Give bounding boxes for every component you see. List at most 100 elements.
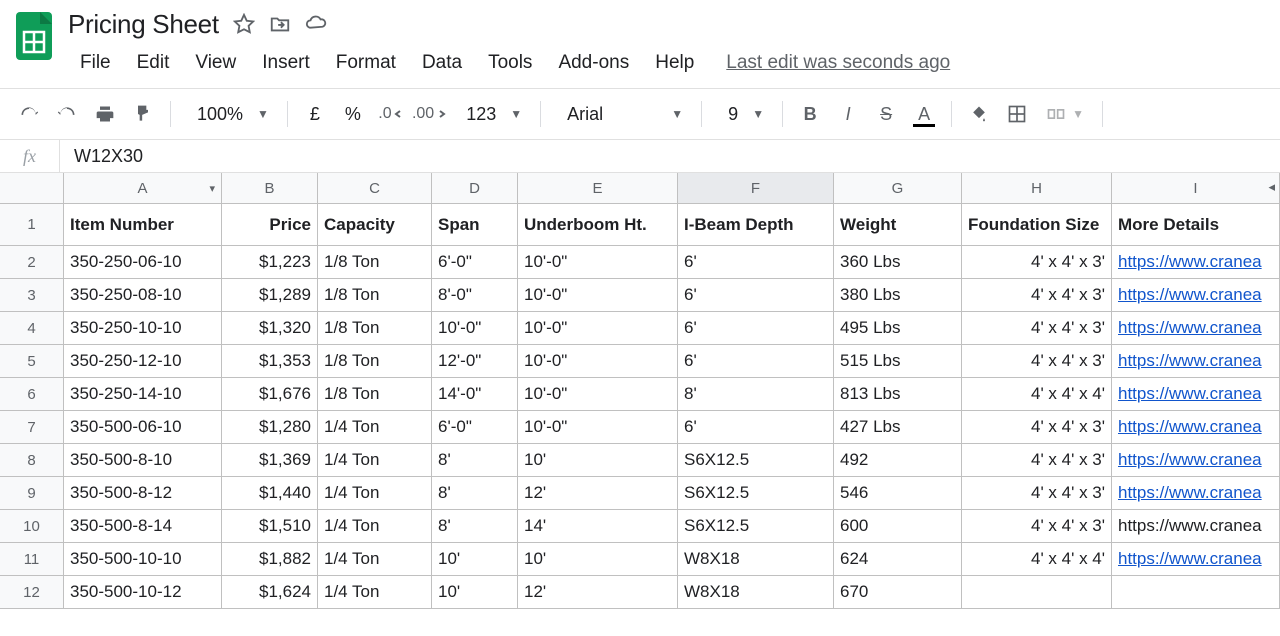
cell[interactable]: Capacity <box>318 204 432 245</box>
cell[interactable]: 350-500-06-10 <box>64 411 222 443</box>
cell[interactable]: $1,510 <box>222 510 318 542</box>
cell[interactable]: 10' <box>432 543 518 575</box>
cell[interactable]: 1/4 Ton <box>318 411 432 443</box>
col-header-g[interactable]: G <box>834 173 962 203</box>
cell[interactable]: 4' x 4' x 3' <box>962 411 1112 443</box>
cell[interactable]: 10'-0" <box>518 411 678 443</box>
cell[interactable]: 6'-0" <box>432 246 518 278</box>
italic-button[interactable]: I <box>831 97 865 131</box>
menu-format[interactable]: Format <box>324 46 408 80</box>
merge-cells-button[interactable]: ▼ <box>1038 104 1092 124</box>
cell-link[interactable]: https://www.cranea <box>1112 312 1280 344</box>
print-button[interactable] <box>88 97 122 131</box>
cell[interactable]: 8'-0" <box>432 279 518 311</box>
col-header-a[interactable]: A▾ <box>64 173 222 203</box>
cell[interactable]: $1,882 <box>222 543 318 575</box>
cell[interactable]: 6' <box>678 312 834 344</box>
cell[interactable]: 1/4 Ton <box>318 576 432 608</box>
menu-insert[interactable]: Insert <box>250 46 322 80</box>
cell[interactable]: 350-500-8-10 <box>64 444 222 476</box>
cell[interactable]: $1,289 <box>222 279 318 311</box>
cell[interactable]: 350-250-10-10 <box>64 312 222 344</box>
cell[interactable]: 670 <box>834 576 962 608</box>
row-header[interactable]: 11 <box>0 543 64 575</box>
menu-addons[interactable]: Add-ons <box>546 46 641 80</box>
cell[interactable]: 1/8 Ton <box>318 378 432 410</box>
cell[interactable]: 350-250-08-10 <box>64 279 222 311</box>
increase-decimal-button[interactable]: .00 <box>412 97 446 131</box>
cell[interactable] <box>962 576 1112 608</box>
cell[interactable]: More Details <box>1112 204 1280 245</box>
cell[interactable]: 4' x 4' x 3' <box>962 510 1112 542</box>
row-header[interactable]: 5 <box>0 345 64 377</box>
cell[interactable]: 495 Lbs <box>834 312 962 344</box>
cell[interactable]: $1,440 <box>222 477 318 509</box>
cell-link[interactable]: https://www.cranea <box>1112 543 1280 575</box>
cell[interactable]: $1,369 <box>222 444 318 476</box>
star-icon[interactable] <box>233 13 255 35</box>
col-header-b[interactable]: B <box>222 173 318 203</box>
cell[interactable]: 1/8 Ton <box>318 279 432 311</box>
cell[interactable]: 1/4 Ton <box>318 444 432 476</box>
cell[interactable]: 10' <box>518 543 678 575</box>
currency-format-button[interactable]: £ <box>298 97 332 131</box>
col-header-i[interactable]: I◂ <box>1112 173 1280 203</box>
cell[interactable]: 350-500-8-12 <box>64 477 222 509</box>
select-all-corner[interactable] <box>0 173 64 203</box>
undo-button[interactable] <box>12 97 46 131</box>
cell[interactable]: 6' <box>678 246 834 278</box>
row-header[interactable]: 4 <box>0 312 64 344</box>
menu-data[interactable]: Data <box>410 46 474 80</box>
move-folder-icon[interactable] <box>269 13 291 35</box>
cell[interactable]: 10'-0" <box>518 246 678 278</box>
decrease-decimal-button[interactable]: .0 <box>374 97 408 131</box>
cell[interactable]: 4' x 4' x 3' <box>962 444 1112 476</box>
cell[interactable]: Foundation Size <box>962 204 1112 245</box>
cell[interactable]: I-Beam Depth <box>678 204 834 245</box>
cell[interactable]: 4' x 4' x 3' <box>962 477 1112 509</box>
cell-link[interactable]: https://www.cranea <box>1112 345 1280 377</box>
cell[interactable]: 1/8 Ton <box>318 246 432 278</box>
cell[interactable]: 12'-0" <box>432 345 518 377</box>
row-header[interactable]: 10 <box>0 510 64 542</box>
cell[interactable]: 8' <box>432 444 518 476</box>
cell[interactable]: 4' x 4' x 4' <box>962 378 1112 410</box>
fill-color-button[interactable] <box>962 97 996 131</box>
cloud-status-icon[interactable] <box>305 13 327 35</box>
cell[interactable]: 12' <box>518 477 678 509</box>
row-header[interactable]: 3 <box>0 279 64 311</box>
cell[interactable]: Price <box>222 204 318 245</box>
cell[interactable]: 4' x 4' x 3' <box>962 279 1112 311</box>
cell[interactable]: 14' <box>518 510 678 542</box>
paint-format-button[interactable] <box>126 97 160 131</box>
col-header-e[interactable]: E <box>518 173 678 203</box>
cell[interactable]: 14'-0" <box>432 378 518 410</box>
cell-link[interactable]: https://www.cranea <box>1112 246 1280 278</box>
cell[interactable]: 6' <box>678 411 834 443</box>
cell[interactable]: 350-500-8-14 <box>64 510 222 542</box>
font-selector[interactable]: Arial▼ <box>551 104 691 125</box>
cell[interactable]: 350-500-10-12 <box>64 576 222 608</box>
sheets-logo-icon[interactable] <box>12 8 56 64</box>
cell-link[interactable]: https://www.cranea <box>1112 510 1280 542</box>
cell[interactable]: 6' <box>678 345 834 377</box>
cell[interactable]: 4' x 4' x 3' <box>962 312 1112 344</box>
cell[interactable]: 350-250-14-10 <box>64 378 222 410</box>
formula-input[interactable]: W12X30 <box>60 146 1280 167</box>
cell[interactable]: 10'-0" <box>518 312 678 344</box>
strikethrough-button[interactable]: S <box>869 97 903 131</box>
cell[interactable]: W8X18 <box>678 576 834 608</box>
col-header-f[interactable]: F <box>678 173 834 203</box>
document-title[interactable]: Pricing Sheet <box>68 9 219 40</box>
row-header[interactable]: 12 <box>0 576 64 608</box>
cell-link[interactable]: https://www.cranea <box>1112 444 1280 476</box>
cell[interactable]: 350-250-06-10 <box>64 246 222 278</box>
cell[interactable]: $1,280 <box>222 411 318 443</box>
cell[interactable]: 10'-0" <box>518 279 678 311</box>
cell[interactable]: 10'-0" <box>518 345 678 377</box>
row-header[interactable]: 2 <box>0 246 64 278</box>
menu-view[interactable]: View <box>183 46 248 80</box>
cell-link[interactable]: https://www.cranea <box>1112 477 1280 509</box>
borders-button[interactable] <box>1000 97 1034 131</box>
cell[interactable]: 813 Lbs <box>834 378 962 410</box>
